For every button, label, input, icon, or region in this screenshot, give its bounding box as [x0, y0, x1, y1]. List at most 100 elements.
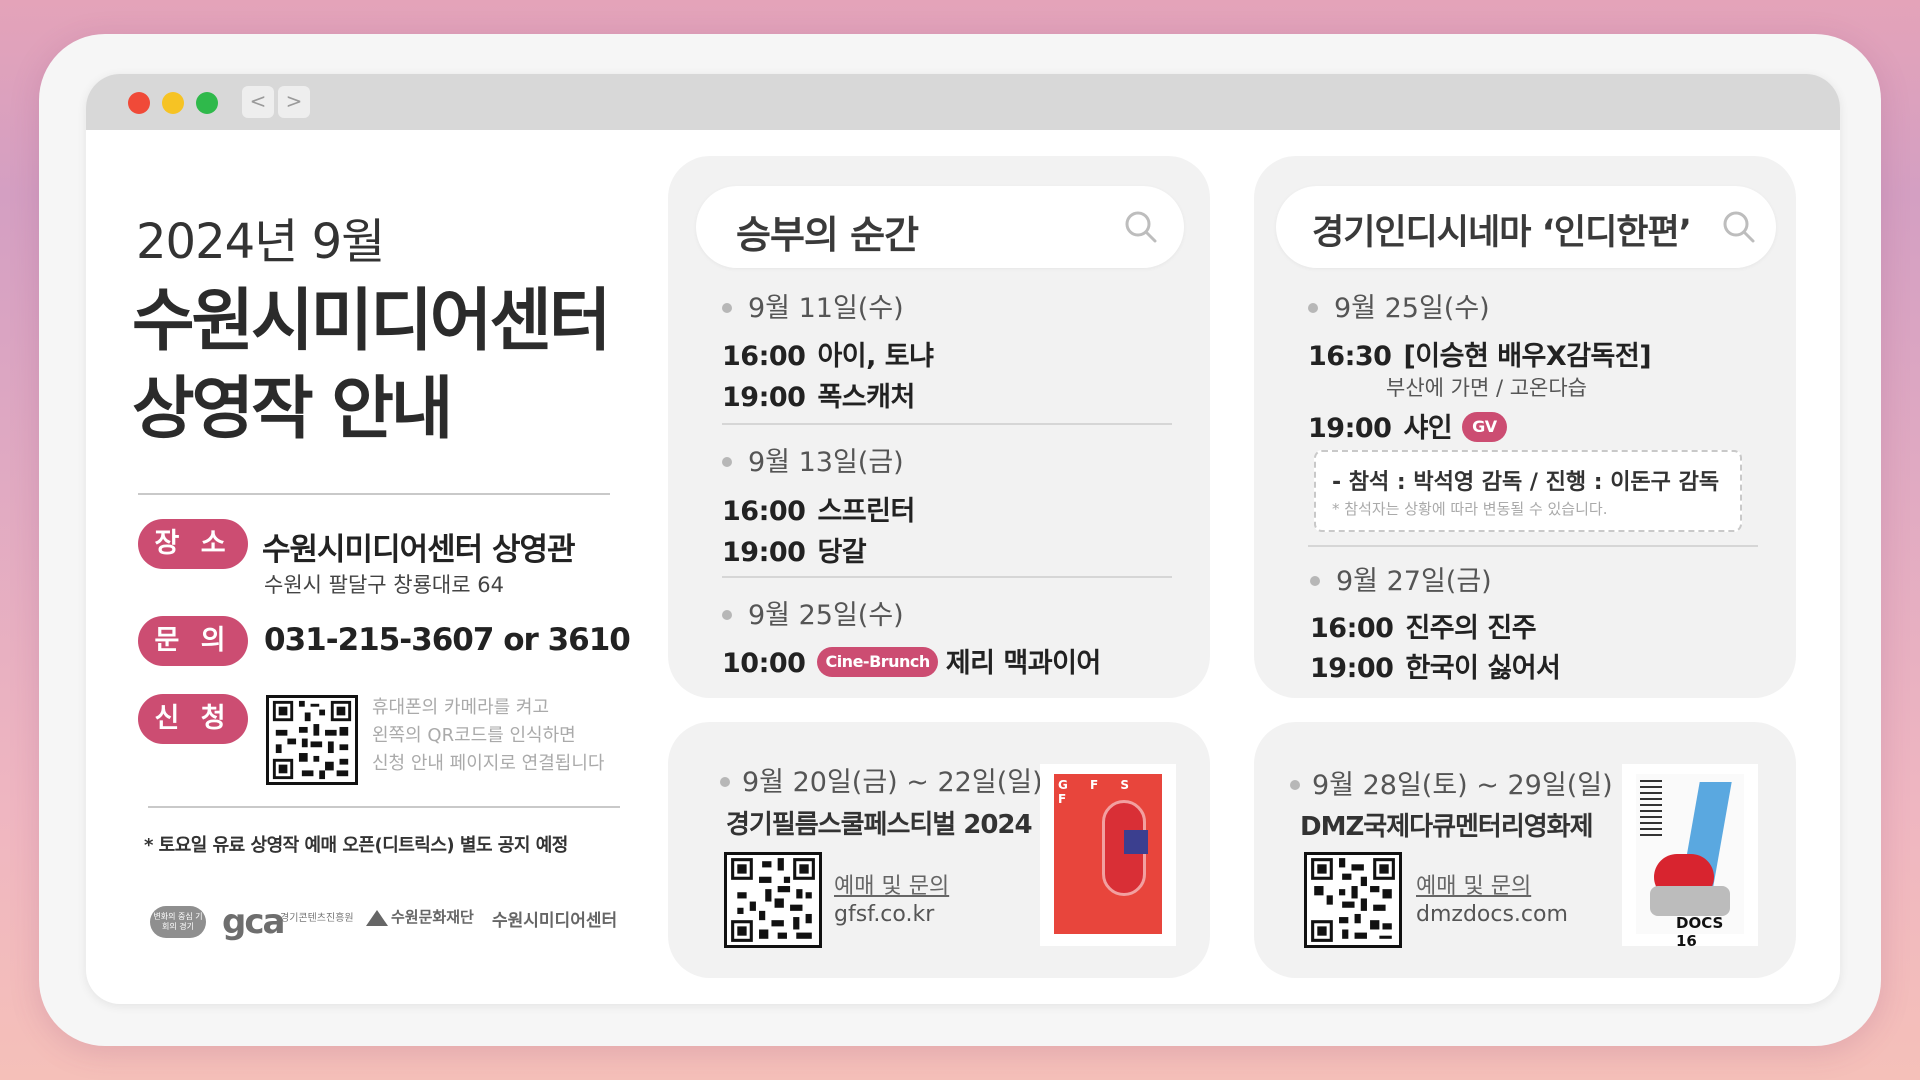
- close-window-button[interactable]: [128, 92, 150, 114]
- poster-shape: [1650, 886, 1730, 916]
- screening-subtitle: 부산에 가면 / 고온다습: [1386, 376, 1587, 400]
- screening-item: 16:30 [이승현 배우X감독전]: [1308, 334, 1652, 373]
- screening-date: 9월 25일(수): [722, 593, 904, 632]
- screening-time: 16:00: [722, 341, 806, 372]
- screening-date-text: 9월 11일(수): [748, 293, 904, 324]
- program-card-sports: 승부의 순간 9월 11일(수) 16:00 아이, 토냐 19:00 폭스캐처 9…: [668, 156, 1210, 698]
- screening-item: 19:00 폭스캐처: [722, 375, 915, 414]
- festival-name: 경기필름스쿨페스티벌 2024: [726, 810, 1033, 840]
- festival-qr-code[interactable]: [724, 852, 822, 948]
- attendee-note: - 참석 : 박석영 감독 / 진행 : 이돈구 감독 * 참석자는 상황에 따…: [1314, 450, 1742, 532]
- program-card-indie: 경기인디시네마 ‘인디한편’ 9월 25일(수) 16:30 [이승현 배우X감독…: [1254, 156, 1796, 698]
- festival-name: DMZ국제다큐멘터리영화제: [1300, 812, 1594, 842]
- program-title: 경기인디시네마 ‘인디한편’: [1312, 213, 1692, 253]
- screening-date-text: 9월 13일(금): [748, 447, 904, 478]
- festival-date: 9월 20일(금) ~ 22일(일): [720, 760, 1043, 799]
- screening-time: 16:30: [1308, 341, 1392, 372]
- qr-instructions-line2: 왼쪽의 QR코드를 인식하면: [372, 725, 576, 746]
- divider: [148, 806, 620, 808]
- screening-date: 9월 11일(수): [722, 286, 904, 325]
- title-bar: < >: [86, 74, 1840, 130]
- gv-badge: GV: [1462, 411, 1507, 442]
- attendee-note-main: - 참석 : 박석영 감독 / 진행 : 이돈구 감독: [1332, 470, 1720, 495]
- festival-date-text: 9월 20일(금) ~ 22일(일): [742, 767, 1043, 798]
- screening-item: 19:00 당갈: [722, 530, 867, 569]
- page-title-line1: 수원시미디어센터: [132, 282, 611, 361]
- festival-qr-code[interactable]: [1304, 852, 1402, 948]
- qr-instructions-line1: 휴대폰의 카메라를 켜고: [372, 697, 550, 718]
- screening-date: 9월 25일(수): [1308, 286, 1490, 325]
- poster-text: DOCS 16: [1676, 914, 1724, 946]
- screening-item: 19:00 샤인 GV: [1308, 406, 1515, 445]
- attendee-note-sub: * 참석자는 상황에 따라 변동될 수 있습니다.: [1332, 500, 1608, 518]
- notice-text: * 토요일 유료 상영작 예매 오픈(디트릭스) 별도 공지 예정: [144, 835, 568, 856]
- festival-card-dmz: 9월 28일(토) ~ 29일(일) DMZ국제다큐멘터리영화제 예매 및 문의…: [1254, 722, 1796, 978]
- apply-label: 신 청: [138, 694, 248, 744]
- screening-title: 아이, 토냐: [817, 341, 934, 372]
- screening-title: 제리 맥과이어: [945, 648, 1101, 679]
- screening-time: 16:00: [722, 496, 806, 527]
- festival-poster: G F S F: [1040, 764, 1176, 946]
- screening-item: 10:00 Cine-Brunch 제리 맥과이어: [722, 641, 1101, 680]
- gca-logo-text: 경기콘텐츠진흥원: [280, 913, 354, 924]
- screening-title: 진주의 진주: [1405, 613, 1537, 644]
- contact-label: 문 의: [138, 616, 248, 666]
- screening-item: 19:00 한국이 싫어서: [1310, 646, 1561, 685]
- venue-name: 수원시미디어센터 상영관: [262, 532, 576, 568]
- screening-title: [이승현 배우X감독전]: [1403, 341, 1652, 372]
- qr-instructions-line3: 신청 안내 페이지로 연결됩니다: [372, 753, 605, 774]
- venue-address: 수원시 팔달구 창룡대로 64: [264, 573, 504, 597]
- poster-shape: [1124, 830, 1148, 854]
- search-icon[interactable]: [1124, 210, 1158, 244]
- screening-time: 19:00: [1310, 653, 1394, 684]
- screening-date-text: 9월 25일(수): [1334, 293, 1490, 324]
- divider: [722, 423, 1172, 425]
- apply-qr-code[interactable]: [266, 695, 358, 785]
- screening-date-text: 9월 27일(금): [1336, 566, 1492, 597]
- card-search-bar[interactable]: 승부의 순간: [696, 186, 1184, 268]
- forward-button[interactable]: >: [278, 86, 310, 118]
- gyeonggi-logo: 변화의 중심 기회의 경기: [150, 906, 206, 938]
- festival-url[interactable]: gfsf.co.kr: [834, 902, 934, 927]
- bullet-icon: [722, 609, 732, 620]
- screening-item: 16:00 스프린터: [722, 489, 915, 528]
- screening-time: 10:00: [722, 648, 806, 679]
- divider: [722, 576, 1172, 578]
- page-title-line2: 상영작 안내: [132, 370, 453, 449]
- venue-label: 장 소: [138, 519, 248, 569]
- qr-code-icon: [728, 855, 818, 945]
- screening-date: 9월 13일(금): [722, 440, 904, 479]
- qr-code-icon: [1308, 855, 1398, 945]
- contact-phone[interactable]: 031-215-3607 or 3610: [264, 622, 631, 658]
- festival-url[interactable]: dmzdocs.com: [1416, 902, 1568, 927]
- poster-artwork: DOCS 16: [1636, 774, 1744, 946]
- festival-date: 9월 28일(토) ~ 29일(일): [1290, 763, 1613, 802]
- date-title: 2024년 9월: [136, 214, 385, 270]
- suwon-media-center-logo: 수원시미디어센터: [492, 911, 618, 931]
- poster-artwork: G F S F: [1054, 774, 1162, 934]
- festival-date-text: 9월 28일(토) ~ 29일(일): [1312, 770, 1613, 801]
- gca-logo: gca: [222, 902, 285, 942]
- program-title: 승부의 순간: [736, 213, 919, 257]
- ticket-inquiry-link[interactable]: 예매 및 문의: [1416, 868, 1531, 900]
- screening-date: 9월 27일(금): [1310, 559, 1492, 598]
- page-title: 수원시미디어센터 상영작 안내: [132, 278, 611, 454]
- maximize-window-button[interactable]: [196, 92, 218, 114]
- festival-poster: DOCS 16: [1622, 764, 1758, 946]
- suwon-foundation-logo: 수원문화재단: [366, 906, 474, 927]
- bullet-icon: [1310, 575, 1320, 586]
- screening-title: 스프린터: [817, 496, 915, 527]
- screening-title: 당갈: [817, 537, 867, 568]
- card-search-bar[interactable]: 경기인디시네마 ‘인디한편’: [1276, 186, 1776, 268]
- divider: [1308, 545, 1758, 547]
- bullet-icon: [722, 456, 732, 467]
- roof-icon: [366, 909, 388, 926]
- back-button[interactable]: <: [242, 86, 274, 118]
- bullet-icon: [720, 776, 730, 787]
- screening-time: 19:00: [1308, 413, 1392, 444]
- ticket-inquiry-link[interactable]: 예매 및 문의: [834, 868, 949, 900]
- minimize-window-button[interactable]: [162, 92, 184, 114]
- qr-code-icon: [270, 698, 354, 782]
- screening-title: 한국이 싫어서: [1405, 653, 1561, 684]
- search-icon[interactable]: [1722, 210, 1756, 244]
